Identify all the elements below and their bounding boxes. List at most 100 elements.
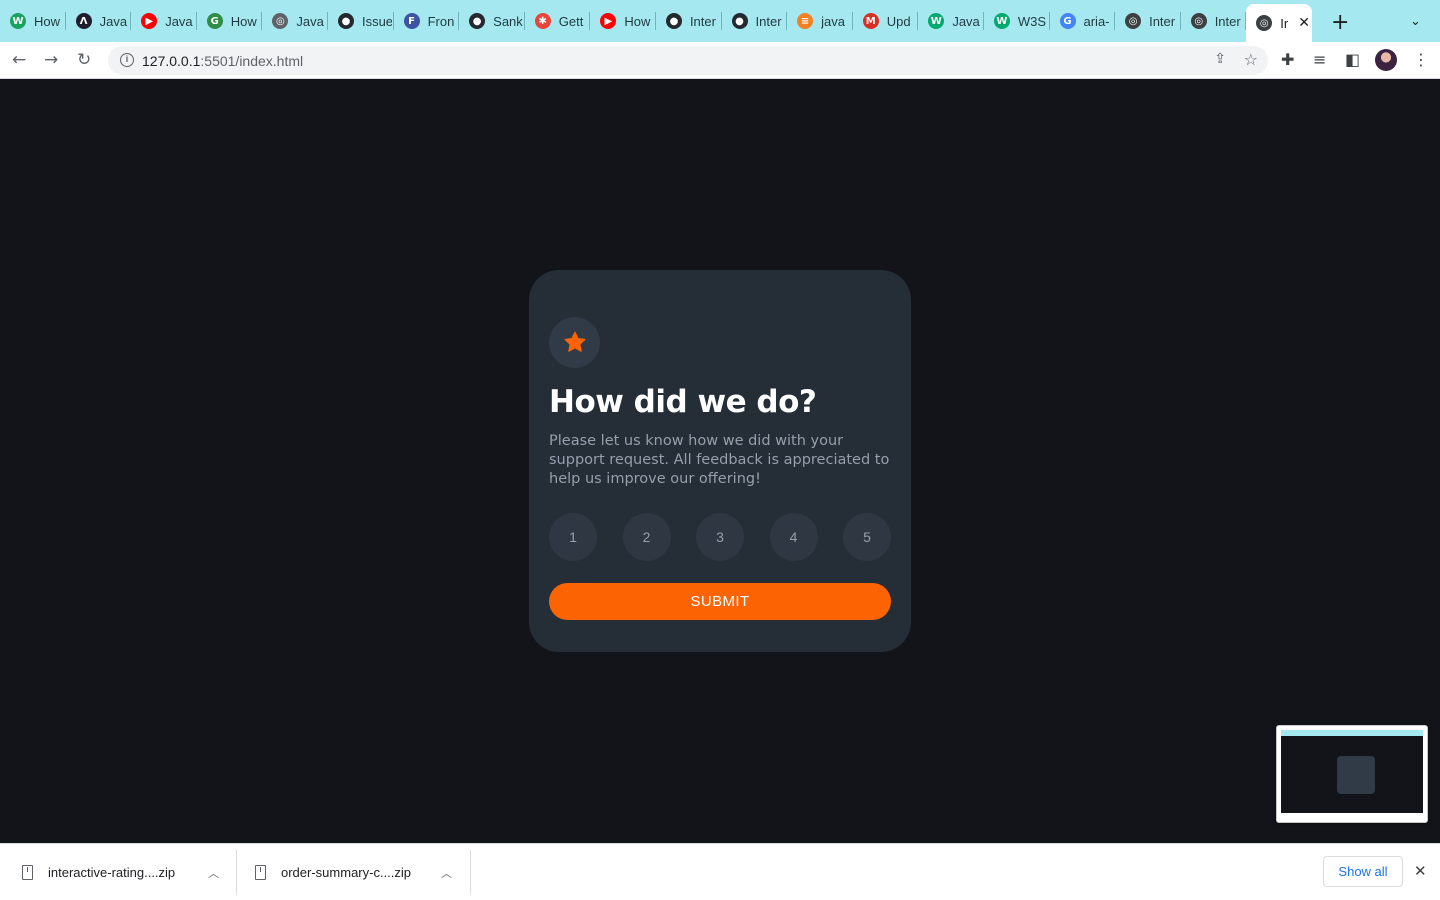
tab-search-chevron-icon[interactable]: ⌄ [1410,14,1421,29]
github-icon: ● [665,13,682,29]
tab-title: Gett [558,13,584,29]
browser-tab[interactable]: ▶ How [590,4,656,38]
download-filename: order-summary-c....zip [281,865,412,880]
show-all-button[interactable]: Show all [1323,856,1403,887]
globe-icon: ◎ [1125,13,1142,29]
browser-tab[interactable]: G How [197,4,263,38]
submit-button[interactable]: SUBMIT [549,583,891,620]
chevron-up-icon[interactable]: ︿ [208,865,219,881]
globe-icon: ◎ [1256,15,1273,31]
browser-tab[interactable]: W W3S [984,4,1050,38]
tab-title: How [230,13,257,29]
menu-kebab-icon[interactable]: ⋮ [1413,50,1429,70]
side-panel-icon[interactable]: ◧ [1345,50,1360,70]
rating-options: 12345 [549,513,891,561]
star-icon [563,331,586,352]
card-description: Please let us know how we did with your … [549,433,890,487]
stackoverflow-icon: ≡ [797,13,814,29]
tab-title: Java [952,13,980,29]
wikihow-icon: W [10,13,26,29]
profile-avatar[interactable] [1375,49,1397,71]
browser-tab[interactable]: ● Inter [656,4,722,38]
rating-button-2[interactable]: 2 [622,513,671,561]
browser-tab[interactable]: ◎ Inter [1115,4,1181,38]
youtube-icon: ▶ [141,13,158,29]
media-control-icon[interactable]: ≡ [1313,50,1326,70]
browser-tab[interactable]: ▶ Java [131,4,197,38]
browser-tab[interactable]: W Java [918,4,984,38]
browser-tab[interactable]: ✱ Gett [525,4,591,38]
tab-title: Inter [755,13,782,29]
divider [236,850,237,895]
browser-tab[interactable]: ◎ Inter [1181,4,1247,38]
tab-title: Inter [689,13,716,29]
preview-body [1281,736,1423,813]
page-viewport: How did we do? Please let us know how we… [0,80,1440,843]
tab-title: Inter [1149,13,1176,29]
tab-title: aria- [1083,13,1110,29]
preview-card [1337,756,1375,794]
url-text[interactable]: 127.0.0.1:5501/index.html [142,53,303,69]
extensions-puzzle-icon[interactable]: ✚ [1281,50,1294,70]
tab-title: Ir [1280,15,1289,31]
back-button[interactable]: ← [12,50,26,70]
browser-tab[interactable]: W How [0,4,66,38]
rating-card: How did we do? Please let us know how we… [529,270,911,652]
browser-tab[interactable]: F Fron [394,4,460,38]
frontend-mentor-icon: F [403,13,420,29]
browser-tab[interactable]: ≡ java [787,4,853,38]
globe-icon: ◎ [1190,13,1207,29]
picture-in-picture-preview[interactable] [1276,725,1428,823]
chevron-up-icon[interactable]: ︿ [441,865,452,881]
github-icon: ● [469,13,486,29]
tab-strip: W How Λ Java ▶ Java G How ◎ Java ● Issue F Fron ● Sank ✱… [0,0,1440,42]
divider [470,850,471,895]
browser-toolbar: ← → ↻ i 127.0.0.1:5501/index.html ⇪ ☆ ✚ … [0,42,1440,79]
bookmark-star-icon[interactable]: ☆ [1244,50,1258,69]
tab-title: Java [99,13,128,29]
tab-title: java [821,13,845,29]
forward-button[interactable]: → [44,50,58,70]
browser-tab[interactable]: Garia- [1050,4,1116,38]
github-icon: ● [337,13,354,29]
browser-tab[interactable]: Λ Java [66,4,132,38]
browser-tab[interactable]: M Upd [853,4,919,38]
rating-button-1[interactable]: 1 [549,513,597,561]
browser-tab[interactable]: ◎ Java [262,4,328,38]
geeksforgeeks-icon: G [206,13,223,29]
rating-button-4[interactable]: 4 [769,513,818,561]
tab-title: Issue [361,13,392,29]
google-icon: G [1059,13,1076,29]
site-info-icon[interactable]: i [120,53,134,67]
address-bar[interactable]: i 127.0.0.1:5501/index.html ⇪ ☆ [108,46,1268,75]
star-badge [549,317,600,368]
rating-button-3[interactable]: 3 [696,513,744,561]
tab-title: Java [165,13,193,29]
tab-title: W3S [1017,13,1047,29]
reload-button[interactable]: ↻ [77,50,91,70]
tab-title: Sank [493,13,523,29]
download-item[interactable]: interactive-rating....zip ︿ [22,844,219,900]
share-icon[interactable]: ⇪ [1214,51,1226,67]
tab-title: How [624,13,651,29]
browser-tab[interactable]: ● Issue [328,4,394,38]
new-tab-button[interactable]: + [1331,12,1349,34]
youtube-icon: ▶ [600,13,617,29]
tab-title: Upd [886,13,911,29]
tab-title: Inter [1214,13,1241,29]
download-item[interactable]: order-summary-c....zip ︿ [255,844,452,900]
rating-button-5[interactable]: 5 [843,513,891,561]
close-icon[interactable]: ✕ [1414,862,1427,880]
zip-file-icon [22,865,33,880]
app-icon: Λ [75,13,92,29]
tab-title: How [34,13,61,29]
browser-tab[interactable]: ● Inter [722,4,788,38]
browser-tab-active[interactable]: ◎ Ir ✕ [1246,4,1313,42]
browser-tab[interactable]: ● Sank [459,4,525,38]
asterisk-icon: ✱ [534,13,551,29]
w3schools-icon: W [928,13,945,29]
tab-close-icon[interactable]: ✕ [1298,15,1310,31]
card-title: How did we do? [549,384,817,420]
tab-title: Fron [427,13,455,29]
download-shelf: interactive-rating....zip ︿ order-summar… [0,843,1440,900]
